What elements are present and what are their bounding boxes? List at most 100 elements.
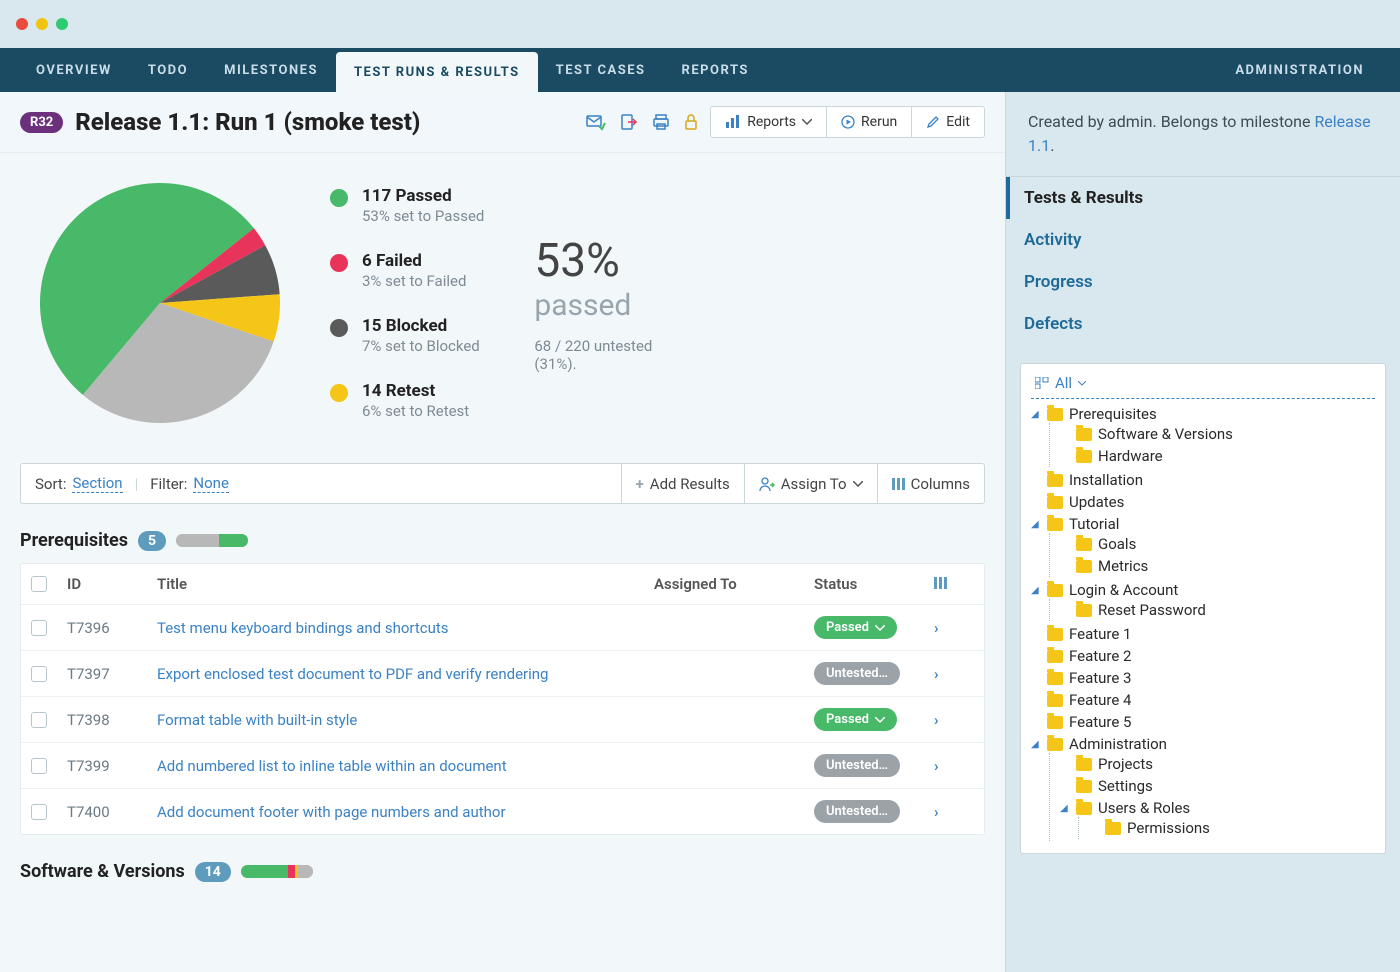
tree-item[interactable]: ◢Administration — [1031, 735, 1375, 753]
export-icon[interactable] — [620, 113, 638, 131]
sidebar-tab-tests-results[interactable]: Tests & Results — [1006, 177, 1400, 219]
folder-icon — [1047, 518, 1063, 531]
tree-collapse-icon[interactable]: ◢ — [1031, 519, 1041, 530]
reports-label: Reports — [747, 114, 796, 130]
tree-item[interactable]: Settings — [1060, 777, 1375, 795]
assign-to-button[interactable]: Assign To — [744, 464, 877, 503]
tree-item[interactable]: Feature 2 — [1031, 647, 1375, 665]
row-expand-icon[interactable]: › — [934, 803, 974, 821]
legend-blocked: 15 Blocked7% set to Blocked — [330, 316, 484, 355]
tree-label: Permissions — [1127, 819, 1210, 837]
tree-collapse-icon[interactable]: ◢ — [1060, 803, 1070, 814]
test-title-link[interactable]: Test menu keyboard bindings and shortcut… — [157, 619, 654, 637]
legend-count: 6 Failed — [362, 251, 466, 271]
legend-sub: 7% set to Blocked — [362, 337, 480, 355]
add-results-button[interactable]: + Add Results — [621, 464, 744, 503]
sort-value[interactable]: Section — [72, 474, 122, 493]
folder-icon — [1047, 408, 1063, 421]
tree-item[interactable]: ◢Login & Account — [1031, 581, 1375, 599]
folder-icon — [1047, 474, 1063, 487]
main-content: R32 Release 1.1: Run 1 (smoke test) Repo… — [0, 92, 1005, 972]
row-expand-icon[interactable]: › — [934, 711, 974, 729]
test-id: T7397 — [67, 665, 157, 683]
tree-item[interactable]: Feature 3 — [1031, 669, 1375, 687]
maximize-window-icon[interactable] — [56, 18, 68, 30]
nav-overview[interactable]: OVERVIEW — [18, 48, 130, 92]
folder-icon — [1076, 758, 1092, 771]
sidebar-tab-progress[interactable]: Progress — [1006, 261, 1400, 303]
status-pill[interactable]: Untested… — [814, 662, 900, 685]
test-title-link[interactable]: Export enclosed test document to PDF and… — [157, 665, 654, 683]
tree-all-link[interactable]: All — [1031, 370, 1375, 399]
tree-item[interactable]: Projects — [1060, 755, 1375, 773]
status-pill[interactable]: Untested… — [814, 754, 900, 777]
row-checkbox[interactable] — [31, 666, 47, 682]
row-expand-icon[interactable]: › — [934, 619, 974, 637]
col-config-icon[interactable] — [934, 575, 974, 593]
nav-administration[interactable]: ADMINISTRATION — [1217, 48, 1382, 92]
tree-collapse-icon[interactable]: ◢ — [1031, 739, 1041, 750]
status-pill[interactable]: Passed — [814, 616, 897, 639]
section-header: Prerequisites 5 — [0, 504, 1005, 563]
nav-test-runs-results[interactable]: TEST RUNS & RESULTS — [336, 52, 538, 92]
status-pill[interactable]: Untested… — [814, 800, 900, 823]
tree-item[interactable]: ◢Tutorial — [1031, 515, 1375, 533]
reports-button[interactable]: Reports — [711, 107, 826, 137]
row-checkbox[interactable] — [31, 620, 47, 636]
lock-icon[interactable] — [684, 113, 698, 131]
tree-item[interactable]: ◢ Users & Roles — [1060, 799, 1375, 817]
tree-item[interactable]: Feature 1 — [1031, 625, 1375, 643]
row-expand-icon[interactable]: › — [934, 665, 974, 683]
pencil-icon — [926, 115, 940, 129]
select-all-checkbox[interactable] — [31, 576, 47, 592]
columns-button[interactable]: Columns — [877, 464, 984, 503]
row-expand-icon[interactable]: › — [934, 757, 974, 775]
subscribe-icon[interactable] — [586, 113, 606, 131]
nav-milestones[interactable]: MILESTONES — [206, 48, 336, 92]
tree-all-label: All — [1055, 374, 1072, 392]
tree-item[interactable]: Feature 4 — [1031, 691, 1375, 709]
tree-item[interactable]: ◢Prerequisites — [1031, 405, 1375, 423]
tree-item[interactable]: Goals — [1060, 535, 1375, 553]
folder-icon — [1076, 604, 1092, 617]
sidebar-tabs: Tests & ResultsActivityProgressDefects — [1006, 176, 1400, 345]
section-title: Prerequisites — [20, 530, 128, 551]
status-pill[interactable]: Passed — [814, 708, 897, 731]
filter-value[interactable]: None — [193, 474, 229, 493]
edit-button[interactable]: Edit — [911, 107, 984, 137]
tree-collapse-icon[interactable]: ◢ — [1031, 409, 1041, 420]
folder-icon — [1047, 496, 1063, 509]
tree-item[interactable]: Reset Password — [1060, 601, 1375, 619]
rerun-button[interactable]: Rerun — [826, 107, 911, 137]
tree-item[interactable]: Software & Versions — [1060, 425, 1375, 443]
tree-collapse-icon[interactable]: ◢ — [1031, 585, 1041, 596]
tree-label: Feature 5 — [1069, 713, 1131, 731]
nav-reports[interactable]: REPORTS — [664, 48, 767, 92]
section-count-badge: 5 — [138, 531, 166, 551]
tree-label: Users & Roles — [1098, 799, 1190, 817]
row-checkbox[interactable] — [31, 758, 47, 774]
sidebar-tab-activity[interactable]: Activity — [1006, 219, 1400, 261]
tree-item[interactable]: Updates — [1031, 493, 1375, 511]
row-checkbox[interactable] — [31, 712, 47, 728]
test-title-link[interactable]: Add numbered list to inline table within… — [157, 757, 654, 775]
test-id: T7398 — [67, 711, 157, 729]
test-title-link[interactable]: Add document footer with page numbers an… — [157, 803, 654, 821]
tree-label: Goals — [1098, 535, 1136, 553]
tree-item[interactable]: Metrics — [1060, 557, 1375, 575]
sidebar-tab-defects[interactable]: Defects — [1006, 303, 1400, 345]
tree-item[interactable]: Installation — [1031, 471, 1375, 489]
tree-item[interactable]: Permissions — [1089, 819, 1375, 837]
row-checkbox[interactable] — [31, 804, 47, 820]
tree-item[interactable]: Hardware — [1060, 447, 1375, 465]
nav-test-cases[interactable]: TEST CASES — [538, 48, 664, 92]
minimize-window-icon[interactable] — [36, 18, 48, 30]
col-status: Status — [814, 575, 934, 593]
close-window-icon[interactable] — [16, 18, 28, 30]
columns-icon — [892, 478, 905, 490]
print-icon[interactable] — [652, 113, 670, 131]
test-title-link[interactable]: Format table with built-in style — [157, 711, 654, 729]
tree-item[interactable]: Feature 5 — [1031, 713, 1375, 731]
nav-todo[interactable]: TODO — [130, 48, 206, 92]
legend-sub: 3% set to Failed — [362, 272, 466, 290]
